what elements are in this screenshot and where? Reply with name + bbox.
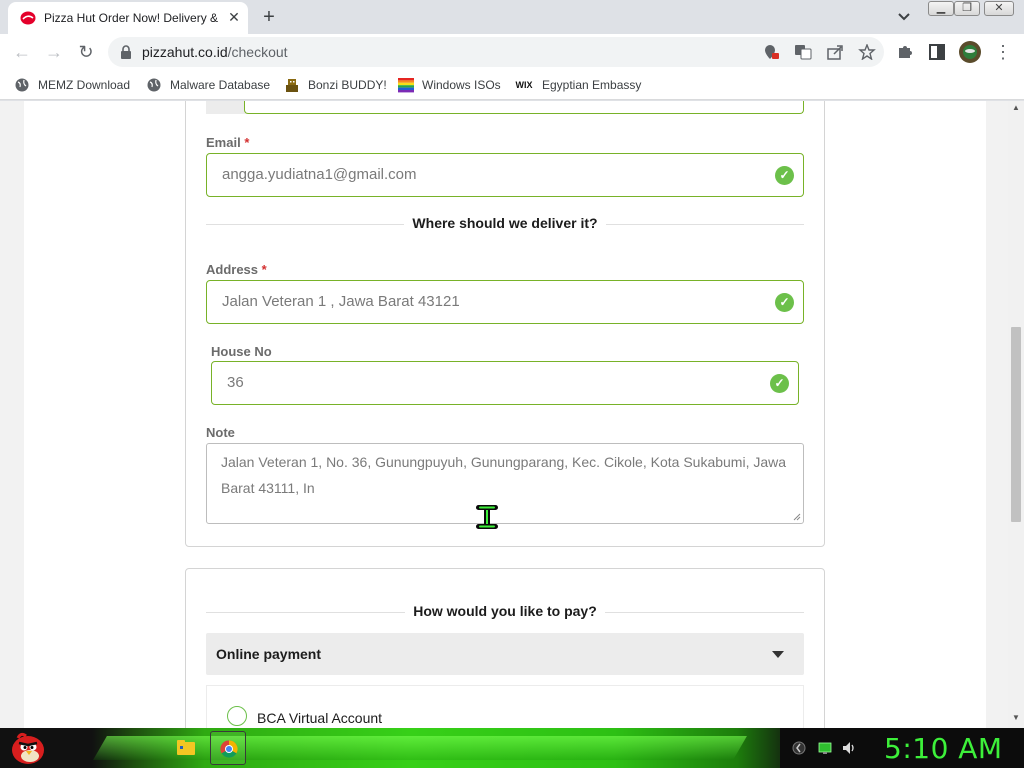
note-value: Jalan Veteran 1, No. 36, Gunungpuyuh, Gu… — [221, 454, 787, 496]
chrome-icon — [220, 740, 238, 758]
required-asterisk: * — [261, 262, 267, 277]
bookmark-memz-download[interactable]: MEMZ Download — [14, 76, 130, 94]
browser-tab[interactable]: Pizza Hut Order Now! Delivery & ✕ — [8, 2, 248, 34]
bookmark-star-icon[interactable] — [858, 44, 876, 60]
pizza-hut-favicon-icon — [20, 11, 36, 25]
tray-language-icon[interactable] — [792, 741, 806, 755]
house-no-label: House No — [211, 344, 272, 359]
payment-card: How would you like to pay? Online paymen… — [185, 568, 825, 728]
network-icon[interactable] — [818, 741, 832, 755]
address-bar[interactable]: pizzahut.co.id/checkout — [108, 37, 884, 67]
bookmark-bonzi-buddy[interactable]: Bonzi BUDDY! — [284, 76, 387, 94]
note-label: Note — [206, 425, 235, 440]
radio-button[interactable] — [227, 706, 247, 726]
reload-icon[interactable]: ↻ — [76, 42, 96, 62]
taskbar-clock[interactable]: 5:10 AM — [884, 732, 1003, 765]
address-value: Jalan Veteran 1 , Jawa Barat 43121 — [222, 293, 460, 310]
scroll-up-arrow-icon[interactable]: ▲ — [1008, 103, 1024, 113]
tab-strip: Pizza Hut Order Now! Delivery & ✕ + ▁ ❐ … — [0, 0, 1024, 34]
payment-option-label: BCA Virtual Account — [257, 710, 383, 726]
bookmarks-bar: MEMZ Download Malware Database Bonzi BUD… — [0, 70, 1024, 100]
payment-option-bca[interactable]: BCA Virtual Account — [206, 685, 804, 728]
bookmark-label: Egyptian Embassy — [542, 78, 642, 92]
wix-icon: WIX — [515, 80, 533, 90]
page-viewport: Email * angga.yudiatna1@gmail.com ✓ Wher… — [0, 101, 1008, 728]
bookmark-label: MEMZ Download — [38, 78, 131, 92]
scroll-down-arrow-icon[interactable]: ▼ — [1008, 713, 1024, 723]
bonzi-icon — [284, 77, 300, 93]
customer-details-card: Email * angga.yudiatna1@gmail.com ✓ Wher… — [185, 101, 825, 547]
windows-flag-icon — [398, 77, 414, 93]
required-asterisk: * — [244, 135, 250, 150]
bookmark-egyptian-embassy[interactable]: WIX Egyptian Embassy — [514, 76, 642, 94]
browser-menu-kebab-icon[interactable]: ⋮ — [994, 42, 1012, 62]
house-no-field[interactable]: 36 ✓ — [211, 361, 799, 405]
email-label-text: Email — [206, 135, 241, 150]
house-no-value: 36 — [227, 374, 244, 391]
content-column: Email * angga.yudiatna1@gmail.com ✓ Wher… — [24, 101, 986, 728]
payment-method-dropdown[interactable]: Online payment — [206, 633, 804, 675]
email-label: Email * — [206, 135, 249, 150]
side-panel-icon[interactable] — [928, 43, 946, 61]
url-text: pizzahut.co.id/checkout — [142, 44, 288, 60]
page-scrollbar[interactable]: ▲ ▼ — [1008, 101, 1024, 728]
restore-window-button[interactable]: ❐ — [954, 1, 980, 16]
bookmark-label: Malware Database — [170, 78, 271, 92]
phone-prefix-box — [206, 101, 246, 114]
email-value: angga.yudiatna1@gmail.com — [222, 166, 417, 183]
phone-field[interactable] — [244, 101, 804, 114]
valid-check-icon: ✓ — [775, 293, 794, 312]
bookmark-malware-database[interactable]: Malware Database — [146, 76, 270, 94]
volume-icon[interactable] — [842, 741, 856, 755]
share-icon[interactable] — [826, 44, 844, 60]
translate-icon[interactable] — [794, 44, 812, 60]
back-arrow-icon[interactable]: ← — [12, 42, 32, 62]
forward-arrow-icon[interactable]: → — [44, 42, 64, 62]
delivery-heading-wrap: Where should we deliver it? — [206, 215, 804, 233]
tab-search-chevron-icon[interactable] — [894, 8, 914, 26]
blocked-location-icon[interactable] — [762, 44, 780, 60]
taskbar: 5:10 AM — [0, 728, 1024, 768]
angry-bird-start-icon[interactable] — [8, 730, 46, 766]
tab-close-icon[interactable]: ✕ — [226, 9, 242, 25]
tab-title: Pizza Hut Order Now! Delivery & — [44, 11, 219, 25]
minimize-window-button[interactable]: ▁ — [928, 1, 954, 16]
payment-heading-wrap: How would you like to pay? — [206, 603, 804, 621]
text-cursor-icon — [476, 505, 498, 529]
valid-check-icon: ✓ — [770, 374, 789, 393]
bookmark-label: Windows ISOs — [422, 78, 501, 92]
delivery-heading: Where should we deliver it? — [404, 215, 606, 231]
lock-icon[interactable] — [120, 45, 132, 59]
url-domain: pizzahut.co.id — [142, 44, 228, 60]
scrollbar-thumb[interactable] — [1011, 327, 1021, 522]
file-explorer-taskbar-icon[interactable] — [176, 738, 196, 756]
chrome-taskbar-button[interactable] — [210, 731, 246, 765]
caret-down-icon — [772, 651, 784, 658]
profile-avatar[interactable] — [958, 40, 982, 64]
bookmark-windows-isos[interactable]: Windows ISOs — [398, 76, 501, 94]
extensions-puzzle-icon[interactable] — [896, 43, 914, 61]
bookmark-label: Bonzi BUDDY! — [308, 78, 387, 92]
browser-toolbar: ← → ↻ pizzahut.co.id/checkout ⋮ — [0, 34, 1024, 70]
new-tab-plus-icon[interactable]: + — [258, 6, 280, 28]
payment-heading: How would you like to pay? — [405, 603, 605, 619]
note-textarea[interactable]: Jalan Veteran 1, No. 36, Gunungpuyuh, Gu… — [206, 443, 804, 524]
globe-icon — [14, 77, 30, 93]
payment-selected-value: Online payment — [216, 646, 322, 662]
valid-check-icon: ✓ — [775, 166, 794, 185]
address-label-text: Address — [206, 262, 259, 277]
close-window-button[interactable]: ✕ — [984, 1, 1014, 16]
email-field[interactable]: angga.yudiatna1@gmail.com ✓ — [206, 153, 804, 197]
resize-handle-icon[interactable] — [793, 513, 801, 521]
url-path: /checkout — [227, 44, 288, 60]
address-label: Address * — [206, 262, 267, 277]
globe-icon — [146, 77, 162, 93]
address-field[interactable]: Jalan Veteran 1 , Jawa Barat 43121 ✓ — [206, 280, 804, 324]
